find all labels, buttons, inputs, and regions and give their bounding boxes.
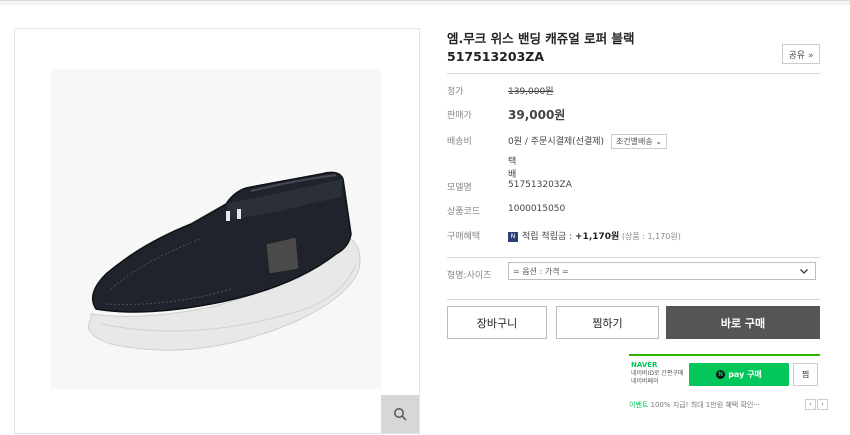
product-code-label: 상품코드 bbox=[447, 207, 481, 217]
option-select-value: = 옵션 : 가격 = bbox=[513, 266, 569, 276]
naver-n-icon: N bbox=[508, 231, 518, 242]
shipping-method: 택배 bbox=[508, 157, 517, 180]
list-price-label: 정가 bbox=[447, 87, 464, 97]
naver-pay-buy-button[interactable]: N pay 구매 bbox=[689, 363, 789, 386]
product-info: 엠.무크 위스 밴딩 캐쥬얼 로퍼 블랙 517513203ZA 공유 » 정가… bbox=[447, 28, 828, 410]
divider bbox=[447, 299, 820, 300]
shipping-fee: 0원 / 주문시결제(선결제) bbox=[508, 137, 605, 147]
naver-pay-label: pay 구매 bbox=[728, 370, 762, 379]
divider bbox=[447, 73, 820, 74]
event-text: 100% 지급! 최대 1만원 혜택 확인··· bbox=[648, 401, 761, 409]
model-label: 모델명 bbox=[447, 183, 472, 193]
shipping-condition-dropdown[interactable]: 조건별배송 ⌄ bbox=[610, 134, 667, 149]
benefit-amount: +1,170원 bbox=[575, 232, 620, 242]
product-image-panel bbox=[14, 28, 420, 434]
wishlist-button[interactable]: 찜하기 bbox=[556, 306, 659, 339]
add-to-cart-button[interactable]: 장바구니 bbox=[447, 306, 547, 339]
chevron-down-icon bbox=[800, 269, 808, 274]
top-divider bbox=[0, 0, 850, 5]
product-name: 엠.무크 위스 밴딩 캐쥬얼 로퍼 블랙 bbox=[447, 31, 635, 46]
model-value: 517513203ZA bbox=[508, 180, 572, 190]
naver-logo: NAVER bbox=[631, 361, 658, 369]
naver-pay-icon: N bbox=[716, 370, 726, 379]
magnifier-icon bbox=[394, 408, 407, 421]
sale-price-value: 39,000원 bbox=[508, 108, 566, 122]
event-label: 이벤트 bbox=[629, 401, 649, 409]
option-select[interactable]: = 옵션 : 가격 = bbox=[508, 262, 816, 280]
shipping-value: 0원 / 주문시결제(선결제) 조건별배송 ⌄ bbox=[508, 134, 667, 149]
benefit-text: 적립 적립금 : bbox=[522, 232, 576, 242]
naver-wish-button[interactable]: 찜 bbox=[793, 363, 818, 386]
benefit-value: N 적립 적립금 : +1,170원 (상품 : 1,170원) bbox=[508, 229, 681, 242]
product-code-value: 1000015050 bbox=[508, 204, 566, 214]
shipping-label: 배송비 bbox=[447, 137, 472, 147]
option-label: 형명:사이즈 bbox=[447, 271, 492, 281]
divider bbox=[447, 257, 820, 258]
product-code-title: 517513203ZA bbox=[447, 49, 545, 64]
naver-pay-box: NAVER 네이버ID로 간편구매 네이버페이 N pay 구매 찜 bbox=[629, 354, 820, 394]
naver-desc-line2: 네이버페이 bbox=[631, 378, 659, 385]
event-pager: ‹ › bbox=[805, 399, 828, 410]
naver-desc-line1: 네이버ID로 간편구매 bbox=[631, 370, 684, 377]
buy-now-button[interactable]: 바로 구매 bbox=[666, 306, 820, 339]
share-button[interactable]: 공유 » bbox=[782, 44, 820, 64]
product-image[interactable] bbox=[51, 69, 381, 389]
product-title: 엠.무크 위스 밴딩 캐쥬얼 로퍼 블랙 517513203ZA bbox=[447, 30, 820, 66]
shoe-illustration bbox=[88, 171, 361, 351]
event-next-button[interactable]: › bbox=[817, 399, 828, 410]
sale-price-label: 판매가 bbox=[447, 111, 472, 121]
benefit-note: (상품 : 1,170원) bbox=[619, 232, 681, 241]
naver-event-line: 이벤트 100% 지급! 최대 1만원 혜택 확인··· ‹ › bbox=[629, 399, 828, 410]
benefit-label: 구매혜택 bbox=[447, 232, 481, 242]
list-price-value: 139,000원 bbox=[508, 87, 554, 97]
zoom-button[interactable] bbox=[381, 395, 419, 433]
event-prev-button[interactable]: ‹ bbox=[805, 399, 816, 410]
naver-description: 네이버ID로 간편구매 네이버페이 bbox=[631, 370, 683, 386]
